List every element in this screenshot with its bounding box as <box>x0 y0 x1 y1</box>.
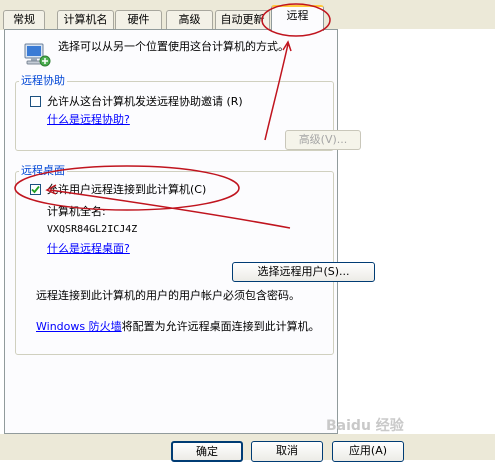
remote-assistance-help-link[interactable]: 什么是远程协助? <box>47 113 130 126</box>
tab-label: 计算机名 <box>63 13 108 26</box>
tab-label: 自动更新 <box>220 13 265 26</box>
remote-desktop-checkbox-label[interactable]: 允许用户远程连接到此计算机(C) <box>47 183 206 196</box>
apply-button[interactable]: 应用(A) <box>332 441 404 462</box>
firewall-link[interactable]: Windows 防火墙 <box>36 320 122 333</box>
tab-label: 常规 <box>13 13 35 26</box>
full-name-value: VXQSR84GL2ICJ4Z <box>47 224 138 235</box>
remote-assistance-checkbox[interactable] <box>30 96 41 107</box>
tab-general[interactable]: 常规 <box>3 10 45 29</box>
advanced-button[interactable]: 高级(V)... <box>285 130 361 150</box>
remote-desktop-title: 远程桌面 <box>19 164 67 177</box>
firewall-note-line: Windows 防火墙将配置为允许远程桌面连接到此计算机。 <box>36 320 320 333</box>
watermark: Baidu 经验 <box>326 418 404 434</box>
cancel-button[interactable]: 取消 <box>251 441 323 462</box>
firewall-note: 将配置为允许远程桌面连接到此计算机。 <box>121 320 320 333</box>
tab-hardware[interactable]: 硬件 <box>115 10 162 29</box>
checkmark-icon <box>31 185 40 194</box>
tab-automatic-updates[interactable]: 自动更新 <box>215 10 270 29</box>
remote-desktop-checkbox[interactable] <box>30 184 41 195</box>
remote-assistance-title: 远程协助 <box>19 74 67 87</box>
tab-label: 远程 <box>286 9 309 22</box>
remote-desktop-help-link[interactable]: 什么是远程桌面? <box>47 242 130 255</box>
password-note: 远程连接到此计算机的用户的用户帐户必须包含密码。 <box>36 289 300 302</box>
tab-label: 高级 <box>178 13 201 26</box>
ok-button[interactable]: 确定 <box>171 441 243 462</box>
tab-bar: 常规 计算机名 硬件 高级 自动更新 远程 <box>0 0 495 31</box>
tab-advanced[interactable]: 高级 <box>166 10 213 29</box>
remote-computer-icon <box>22 40 52 70</box>
dialog-button-bar: 确定 取消 应用(A) <box>0 434 495 462</box>
full-name-label: 计算机全名: <box>47 205 106 218</box>
select-remote-users-button[interactable]: 选择远程用户(S)... <box>232 262 375 282</box>
remote-assistance-checkbox-label[interactable]: 允许从这台计算机发送远程协助邀请 (R) <box>47 95 243 108</box>
tab-label: 硬件 <box>127 13 150 26</box>
tab-computer-name[interactable]: 计算机名 <box>57 10 114 29</box>
tab-remote[interactable]: 远程 <box>271 5 324 31</box>
background-area <box>338 29 495 434</box>
intro-text: 选择可以从另一个位置使用这台计算机的方式。 <box>58 40 289 53</box>
remote-tab-panel: 选择可以从另一个位置使用这台计算机的方式。 远程协助 允许从这台计算机发送远程协… <box>4 29 375 434</box>
